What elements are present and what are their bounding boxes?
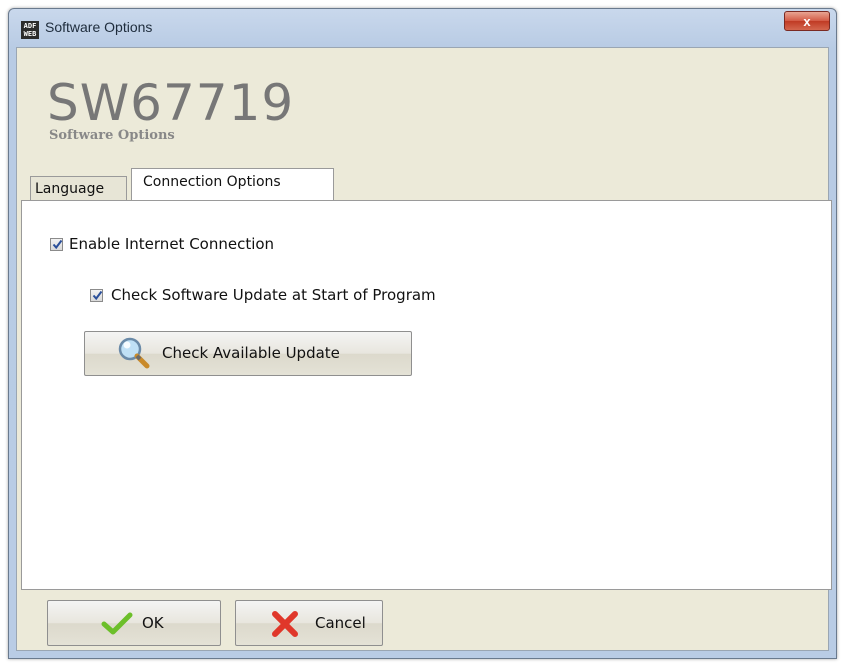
tab-connection-options-label: Connection Options bbox=[143, 174, 281, 190]
connection-options-panel bbox=[21, 200, 832, 590]
check-available-update-button[interactable]: Check Available Update bbox=[84, 331, 412, 376]
tab-language[interactable]: Language bbox=[30, 176, 127, 200]
close-button[interactable]: x bbox=[784, 11, 830, 31]
app-icon-text: ADF WEB bbox=[23, 22, 37, 38]
app-icon: ADF WEB bbox=[21, 21, 39, 39]
enable-internet-checkbox[interactable] bbox=[50, 238, 63, 251]
checkmark-icon bbox=[92, 290, 103, 301]
check-update-on-start-checkbox[interactable] bbox=[90, 289, 103, 302]
window-title: Software Options bbox=[45, 19, 153, 35]
magnifier-icon bbox=[118, 337, 150, 369]
checkmark-icon bbox=[52, 239, 63, 250]
tab-language-label: Language bbox=[35, 181, 105, 197]
cross-icon bbox=[272, 611, 298, 637]
cancel-button[interactable]: Cancel bbox=[235, 600, 383, 646]
checkmark-icon bbox=[101, 612, 133, 635]
close-icon: x bbox=[803, 14, 811, 29]
product-subtitle: Software Options bbox=[49, 128, 175, 143]
ok-label: OK bbox=[142, 614, 164, 632]
enable-internet-label[interactable]: Enable Internet Connection bbox=[69, 235, 274, 253]
ok-button[interactable]: OK bbox=[47, 600, 221, 646]
tab-connection-options[interactable]: Connection Options bbox=[131, 168, 334, 200]
title-bar[interactable]: ADF WEB Software Options x bbox=[9, 9, 836, 51]
check-available-update-label: Check Available Update bbox=[162, 344, 340, 362]
check-update-on-start-label[interactable]: Check Software Update at Start of Progra… bbox=[111, 286, 436, 304]
cancel-label: Cancel bbox=[315, 614, 366, 632]
product-code: SW67719 bbox=[47, 74, 295, 132]
